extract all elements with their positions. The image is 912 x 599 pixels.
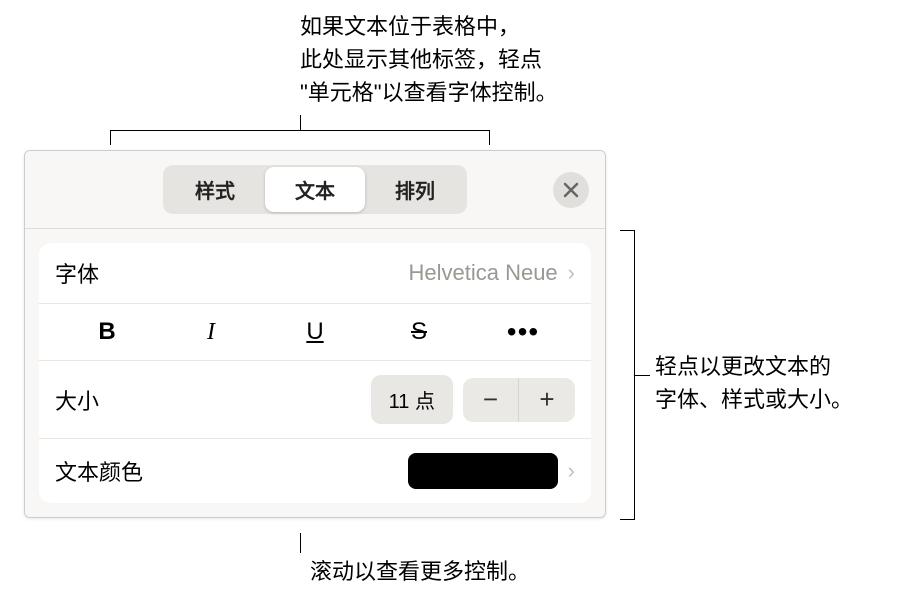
size-stepper: − + <box>463 378 575 422</box>
chevron-right-icon: › <box>568 458 575 484</box>
strikethrough-button[interactable]: S <box>367 318 471 346</box>
text-color-swatch[interactable] <box>408 453 558 489</box>
font-value: Helvetica Neue <box>408 260 557 286</box>
panel-body: 字体 Helvetica Neue › B I U S ••• 大小 11 点 … <box>25 229 605 517</box>
chevron-right-icon: › <box>568 260 575 286</box>
size-row: 大小 11 点 − + <box>39 361 591 439</box>
bracket-line <box>300 533 301 553</box>
tab-arrange[interactable]: 排列 <box>365 167 465 212</box>
bracket-line <box>110 130 490 145</box>
italic-button[interactable]: I <box>159 319 263 346</box>
annotation-top: 如果文本位于表格中， 此处显示其他标签，轻点 "单元格"以查看字体控制。 <box>300 10 600 109</box>
annotation-right: 轻点以更改文本的 字体、样式或大小。 <box>655 350 905 416</box>
size-value[interactable]: 11 点 <box>371 375 453 424</box>
text-controls-card: 字体 Helvetica Neue › B I U S ••• 大小 11 点 … <box>39 243 591 503</box>
size-decrease-button[interactable]: − <box>463 378 519 422</box>
bracket-line <box>300 115 301 130</box>
underline-button[interactable]: U <box>263 318 367 346</box>
panel-header: 样式 文本 排列 <box>25 151 605 229</box>
font-row[interactable]: 字体 Helvetica Neue › <box>39 243 591 304</box>
tab-style[interactable]: 样式 <box>165 167 265 212</box>
format-panel: 样式 文本 排列 字体 Helvetica Neue › B I U S ••• <box>24 150 606 518</box>
tab-segmented-control: 样式 文本 排列 <box>163 165 467 214</box>
text-color-row[interactable]: 文本颜色 › <box>39 439 591 503</box>
text-color-label: 文本颜色 <box>55 455 143 487</box>
text-style-row: B I U S ••• <box>39 304 591 361</box>
annotation-bottom: 滚动以查看更多控制。 <box>310 555 530 588</box>
bold-button[interactable]: B <box>55 318 159 346</box>
bracket-line <box>620 230 635 520</box>
font-label: 字体 <box>55 257 99 289</box>
close-button[interactable] <box>553 172 589 208</box>
close-icon <box>563 182 579 198</box>
more-styles-button[interactable]: ••• <box>471 325 575 339</box>
bracket-line <box>635 375 650 376</box>
tab-text[interactable]: 文本 <box>265 167 365 212</box>
size-increase-button[interactable]: + <box>519 378 575 422</box>
size-label: 大小 <box>55 384 99 416</box>
